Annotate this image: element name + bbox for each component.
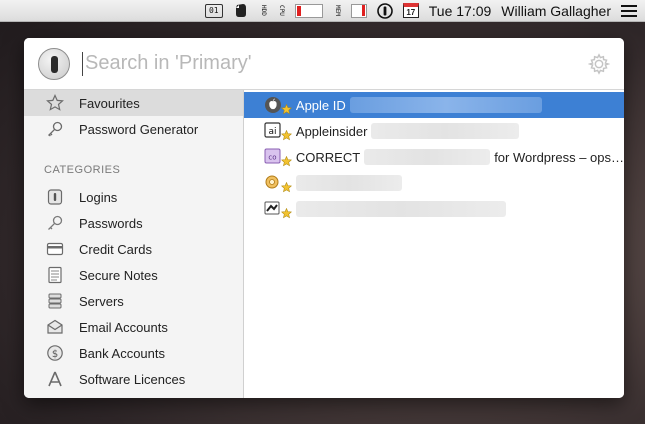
item-subtitle: for Wordpress – ops… xyxy=(494,149,624,165)
categories-header: CATEGORIES xyxy=(44,164,121,176)
results-list: Apple ID ai Appleinsider co CORRECT for … xyxy=(243,90,624,398)
sidebar-item-passwords[interactable]: Passwords xyxy=(24,210,243,236)
sidebar-item-label: Servers xyxy=(79,293,124,309)
sidebar-item-credit-cards[interactable]: Credit Cards xyxy=(24,236,243,262)
user-name[interactable]: William Gallagher xyxy=(501,3,611,19)
email-icon xyxy=(46,318,64,336)
list-item[interactable]: ai Appleinsider xyxy=(244,118,624,144)
software-icon xyxy=(264,199,292,219)
onepassword-mini-window: Favourites Password Generator CATEGORIES… xyxy=(24,38,624,398)
sidebar-item-favourites[interactable]: Favourites xyxy=(24,90,243,116)
favourite-star-icon xyxy=(280,104,292,115)
onepassword-icon[interactable] xyxy=(376,2,393,19)
svg-text:co: co xyxy=(268,154,276,162)
sidebar-item-label: Favourites xyxy=(79,95,140,111)
svg-text:$: $ xyxy=(52,349,58,360)
redacted-title xyxy=(295,175,402,191)
hdd-label: HDD xyxy=(259,5,267,16)
sidebar-item-password-generator[interactable]: Password Generator xyxy=(24,116,243,142)
sidebar-item-logins[interactable]: Logins xyxy=(24,184,243,210)
sidebar-item-label: Logins xyxy=(79,189,118,205)
cpu-label: CPU xyxy=(277,5,285,16)
sidebar-item-label: Credit Cards xyxy=(79,241,152,257)
calendar-icon[interactable]: 17 xyxy=(402,3,419,18)
sidebar-item-label: Email Accounts xyxy=(79,319,168,335)
list-item[interactable] xyxy=(244,170,624,196)
list-item[interactable]: co CORRECT for Wordpress – ops… xyxy=(244,144,624,170)
logins-icon xyxy=(46,188,64,206)
key-ring-icon xyxy=(264,173,292,193)
sidebar-item-label: Bank Accounts xyxy=(79,345,165,361)
list-menu-icon[interactable] xyxy=(621,4,637,17)
sidebar-item-bank-accounts[interactable]: $ Bank Accounts xyxy=(24,340,243,366)
sidebar-item-software-licences[interactable]: Software Licences xyxy=(24,366,243,392)
redacted-title xyxy=(295,201,506,217)
search-bar xyxy=(24,38,624,90)
software-licence-icon xyxy=(46,370,64,388)
server-icon xyxy=(46,292,64,310)
item-title: Apple ID xyxy=(295,97,346,113)
item-title: CORRECT xyxy=(295,149,361,165)
redacted-username xyxy=(349,97,542,113)
apple-logo-icon xyxy=(264,95,292,115)
secure-note-icon xyxy=(46,266,64,284)
sidebar-item-secure-notes[interactable]: Secure Notes xyxy=(24,262,243,288)
list-item[interactable] xyxy=(244,196,624,222)
sidebar-item-label: Passwords xyxy=(79,215,143,231)
sidebar: Favourites Password Generator CATEGORIES… xyxy=(24,90,244,398)
cpu-label-icon: CPU xyxy=(277,3,285,19)
sidebar-item-servers[interactable]: Servers xyxy=(24,288,243,314)
list-item[interactable]: Apple ID xyxy=(243,92,624,118)
svg-text:ai: ai xyxy=(268,127,276,137)
menu-bar: 01 HDD CPU MEM 17 Tue 17:09 William Gall… xyxy=(0,0,645,22)
favourite-star-icon xyxy=(280,156,292,167)
gear-icon[interactable] xyxy=(588,52,610,75)
favourite-star-icon xyxy=(280,130,292,141)
item-title: Appleinsider xyxy=(295,123,368,139)
password-key-icon xyxy=(46,214,64,232)
search-input[interactable] xyxy=(82,51,588,76)
sidebar-item-label: Software Licences xyxy=(79,371,186,387)
onepassword-logo-icon[interactable] xyxy=(38,47,70,80)
evernote-icon[interactable] xyxy=(233,3,249,19)
favourite-star-icon xyxy=(280,182,292,193)
login-co-icon: co xyxy=(264,147,292,167)
sidebar-item-email-accounts[interactable]: Email Accounts xyxy=(24,314,243,340)
appleinsider-icon: ai xyxy=(264,121,292,141)
favourite-star-icon xyxy=(280,208,292,219)
redacted-username xyxy=(371,123,520,139)
star-icon xyxy=(46,94,64,112)
key-icon xyxy=(46,120,64,138)
mem-label: MEM xyxy=(333,5,341,16)
mem-monitor-icon[interactable] xyxy=(350,3,367,18)
sidebar-item-label: Password Generator xyxy=(79,121,199,137)
cpu-monitor-icon[interactable] xyxy=(294,3,323,18)
status-app-icon[interactable]: 01 xyxy=(204,3,223,18)
hdd-monitor-icon[interactable]: HDD xyxy=(259,3,267,19)
sidebar-item-label: Secure Notes xyxy=(79,267,158,283)
redacted-text xyxy=(364,149,491,165)
clock[interactable]: Tue 17:09 xyxy=(429,3,492,19)
mem-label-icon: MEM xyxy=(333,3,341,19)
credit-card-icon xyxy=(46,240,64,258)
bank-icon: $ xyxy=(46,344,64,362)
